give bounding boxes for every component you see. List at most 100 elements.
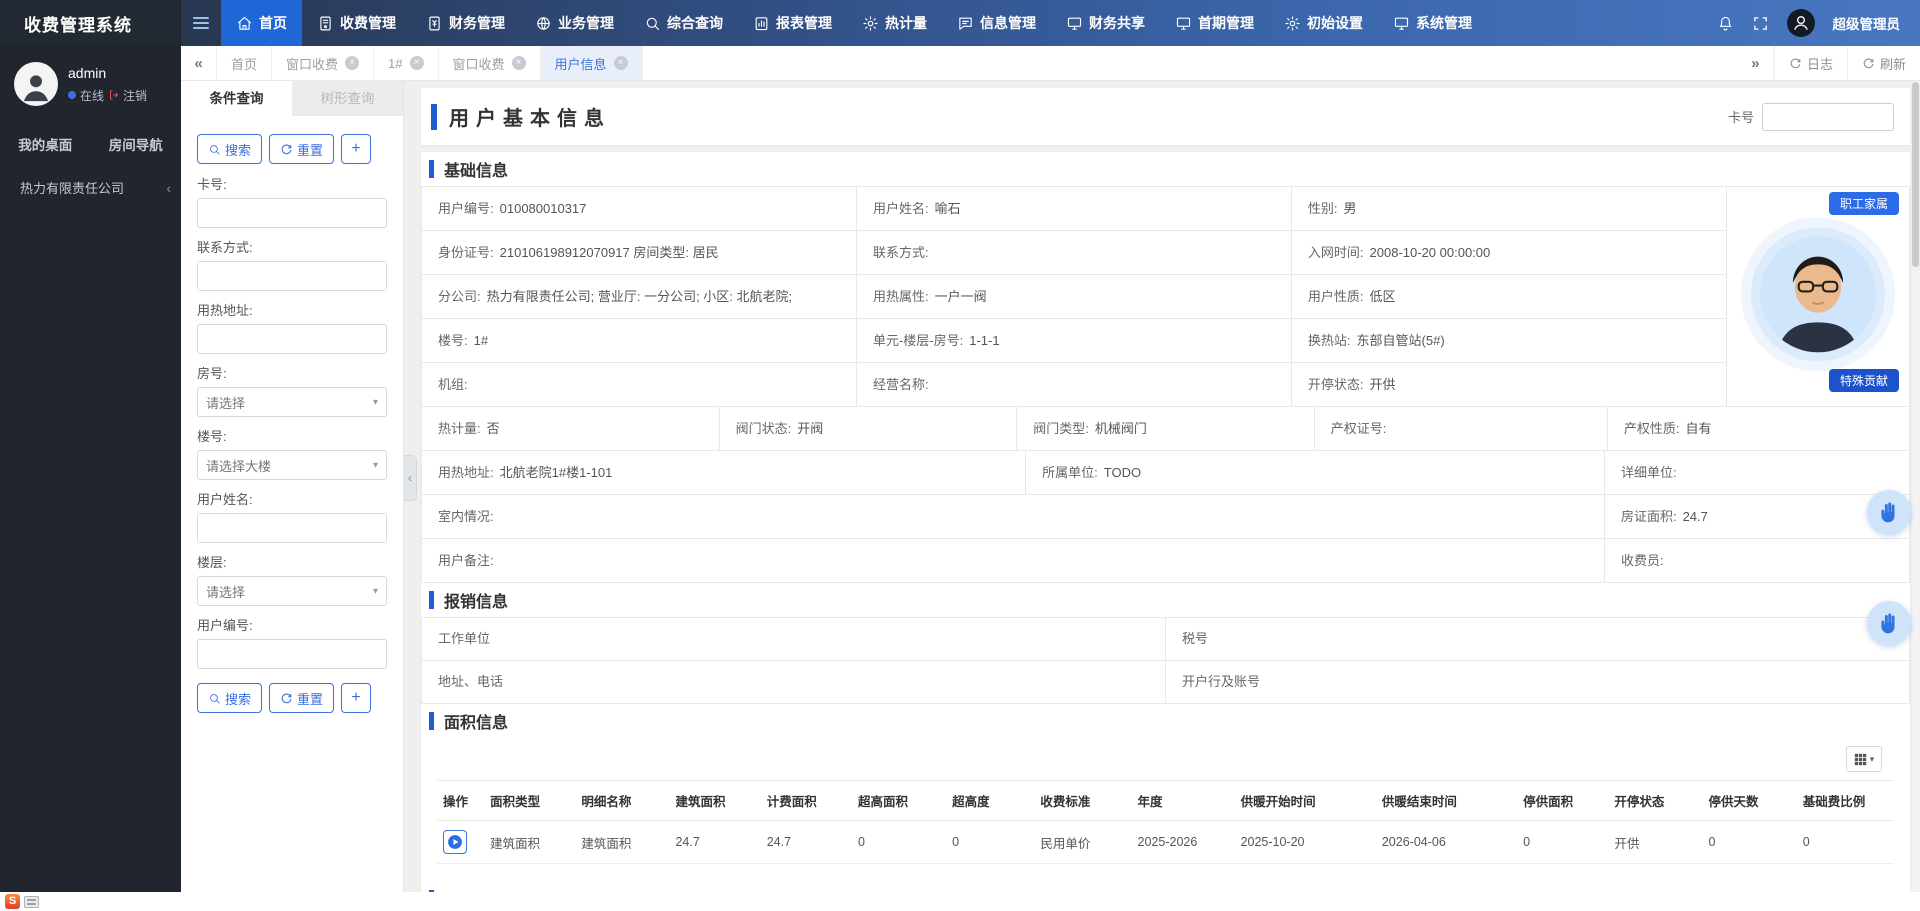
tab-窗口收费[interactable]: 窗口收费 × — [439, 46, 541, 80]
employee-family-badge: 职工家属 — [1829, 192, 1899, 215]
column-settings-button[interactable]: ▾ — [1846, 746, 1882, 772]
tabbar-right: » 日志 刷新 — [1738, 46, 1920, 80]
nav-item-信息管理[interactable]: 信息管理 — [942, 0, 1051, 46]
table-cell: 0 — [946, 821, 1034, 864]
info-cell: 产权性质:自有 — [1608, 407, 1910, 451]
tab-close-icon[interactable]: × — [512, 56, 526, 70]
sidebar-avatar[interactable] — [14, 62, 58, 106]
info-cell: 身份证号:210106198912070917 房间类型: 居民 — [422, 231, 857, 275]
message-icon — [957, 15, 974, 32]
tree-collapse-icon[interactable]: ‹ — [166, 180, 171, 196]
menu-toggle-icon[interactable] — [181, 0, 221, 46]
nav-item-初始设置[interactable]: 初始设置 — [1269, 0, 1378, 46]
user-photo — [1751, 227, 1885, 361]
row-expand-button[interactable] — [443, 830, 467, 854]
sidebar-tree-item-company[interactable]: 热力有限责任公司 ‹ — [0, 164, 181, 197]
column-header: 计费面积 — [761, 781, 852, 821]
tab-close-icon[interactable]: × — [614, 56, 628, 70]
scrollbar-thumb[interactable] — [1912, 82, 1919, 267]
nav-item-首期管理[interactable]: 首期管理 — [1160, 0, 1269, 46]
user-role-label[interactable]: 超级管理员 — [1833, 13, 1901, 33]
user-portrait-image — [1760, 236, 1876, 352]
info-row: 分公司:热力有限责任公司; 营业厅: 一分公司; 小区: 北航老院;用热属性:一… — [422, 275, 1727, 319]
tabs-scroll-right-button[interactable]: » — [1738, 46, 1774, 80]
field-input-用户姓名[interactable] — [197, 513, 387, 543]
home-icon — [236, 15, 253, 32]
column-header: 年度 — [1132, 781, 1235, 821]
nav-item-业务管理[interactable]: 业务管理 — [520, 0, 629, 46]
card-no-input[interactable] — [1762, 103, 1894, 131]
bell-icon[interactable] — [1717, 15, 1734, 32]
nav-item-收费管理[interactable]: 收费管理 — [302, 0, 411, 46]
column-header: 开停状态 — [1608, 781, 1702, 821]
section-header-contacts: 其他联系人 — [421, 882, 1910, 892]
logout-button[interactable]: 注销 — [108, 87, 147, 104]
field-label: 用户姓名: — [197, 489, 387, 508]
refresh-icon — [280, 692, 293, 705]
tab-首页[interactable]: 首页 — [217, 46, 272, 80]
fullscreen-icon[interactable] — [1752, 15, 1769, 32]
nav-item-热计量[interactable]: 热计量 — [847, 0, 942, 46]
tab-1#[interactable]: 1#× — [374, 46, 438, 80]
query-tab-条件查询[interactable]: 条件查询 — [181, 81, 292, 116]
sidebar-tab-我的桌面[interactable]: 我的桌面 — [0, 134, 91, 154]
field-input-用户编号[interactable] — [197, 639, 387, 669]
reset-button[interactable]: 重置 — [269, 134, 334, 164]
table-cell: 0 — [1517, 821, 1608, 864]
nav-item-系统管理[interactable]: 系统管理 — [1378, 0, 1487, 46]
field-input-用热地址[interactable] — [197, 324, 387, 354]
query-panel-tabs: 条件查询树形查询 — [181, 81, 403, 116]
info-cell: 用户姓名:喻石 — [857, 187, 1292, 231]
nav-item-首页[interactable]: 首页 — [221, 0, 302, 46]
field-select-楼号[interactable]: 请选择大楼▾ — [197, 450, 387, 480]
floating-hand-button-2[interactable] — [1867, 601, 1911, 645]
search-button[interactable]: 搜索 — [197, 683, 262, 713]
floating-hand-button-1[interactable] — [1867, 490, 1911, 534]
add-condition-button[interactable]: + — [341, 683, 371, 713]
tabs-scroll-left-button[interactable]: « — [181, 46, 217, 80]
ime-icon[interactable]: S — [5, 894, 20, 909]
nav-item-财务管理[interactable]: 财务管理 — [411, 0, 520, 46]
tab-close-icon[interactable]: × — [410, 56, 424, 70]
field-label: 卡号: — [197, 174, 387, 193]
card-no-label: 卡号 — [1728, 107, 1754, 126]
log-button[interactable]: 日志 — [1774, 46, 1847, 80]
field-select-楼层[interactable]: 请选择▾ — [197, 576, 387, 606]
main-scrollbar[interactable] — [1912, 82, 1919, 891]
info-row: 用户编号:010080010317用户姓名:喻石性别:男 — [422, 187, 1727, 231]
tab-用户信息[interactable]: 用户信息× — [541, 46, 643, 80]
user-avatar-icon[interactable] — [1787, 9, 1815, 37]
nav-item-财务共享[interactable]: 财务共享 — [1051, 0, 1160, 46]
user-block: admin 在线 注销 — [0, 46, 181, 120]
field-label: 用热地址: — [197, 300, 387, 319]
table-cell: 建筑面积 — [575, 821, 669, 864]
info-cell: 阀门状态:开阀 — [720, 407, 1018, 451]
search-button[interactable]: 搜索 — [197, 134, 262, 164]
section-title: 基础信息 — [444, 157, 508, 181]
info-cell: 用户性质:低区 — [1292, 275, 1727, 319]
field-label: 楼层: — [197, 552, 387, 571]
nav-item-报表管理[interactable]: 报表管理 — [738, 0, 847, 46]
add-condition-button[interactable]: + — [341, 134, 371, 164]
tab-close-icon[interactable]: × — [345, 56, 359, 70]
caret-down-icon: ▾ — [373, 397, 378, 408]
field-select-房号[interactable]: 请选择▾ — [197, 387, 387, 417]
reset-button[interactable]: 重置 — [269, 683, 334, 713]
field-input-卡号[interactable] — [197, 198, 387, 228]
bottom-strip: S — [0, 892, 1920, 911]
tab-label: 窗口收费 — [453, 54, 505, 73]
report-icon — [753, 15, 770, 32]
info-row: 地址、电话开户行及账号 — [422, 661, 1910, 704]
tab-窗口收费[interactable]: 窗口收费× — [272, 46, 374, 80]
column-header: 基础费比例 — [1797, 781, 1894, 821]
refresh-button[interactable]: 刷新 — [1847, 46, 1920, 80]
info-cell: 联系方式: — [857, 231, 1292, 275]
keyboard-icon[interactable] — [24, 896, 39, 908]
query-panel: 条件查询树形查询 搜索重置+ 卡号:联系方式:用热地址:房号:请选择▾楼号:请选… — [181, 81, 404, 892]
nav-item-综合查询[interactable]: 综合查询 — [629, 0, 738, 46]
panel-collapse-handle[interactable]: ‹ — [404, 455, 417, 501]
sidebar-tab-房间导航[interactable]: 房间导航 — [91, 134, 182, 154]
info-cell: 阀门类型:机械阀门 — [1017, 407, 1315, 451]
query-tab-树形查询[interactable]: 树形查询 — [292, 81, 403, 116]
field-input-联系方式[interactable] — [197, 261, 387, 291]
